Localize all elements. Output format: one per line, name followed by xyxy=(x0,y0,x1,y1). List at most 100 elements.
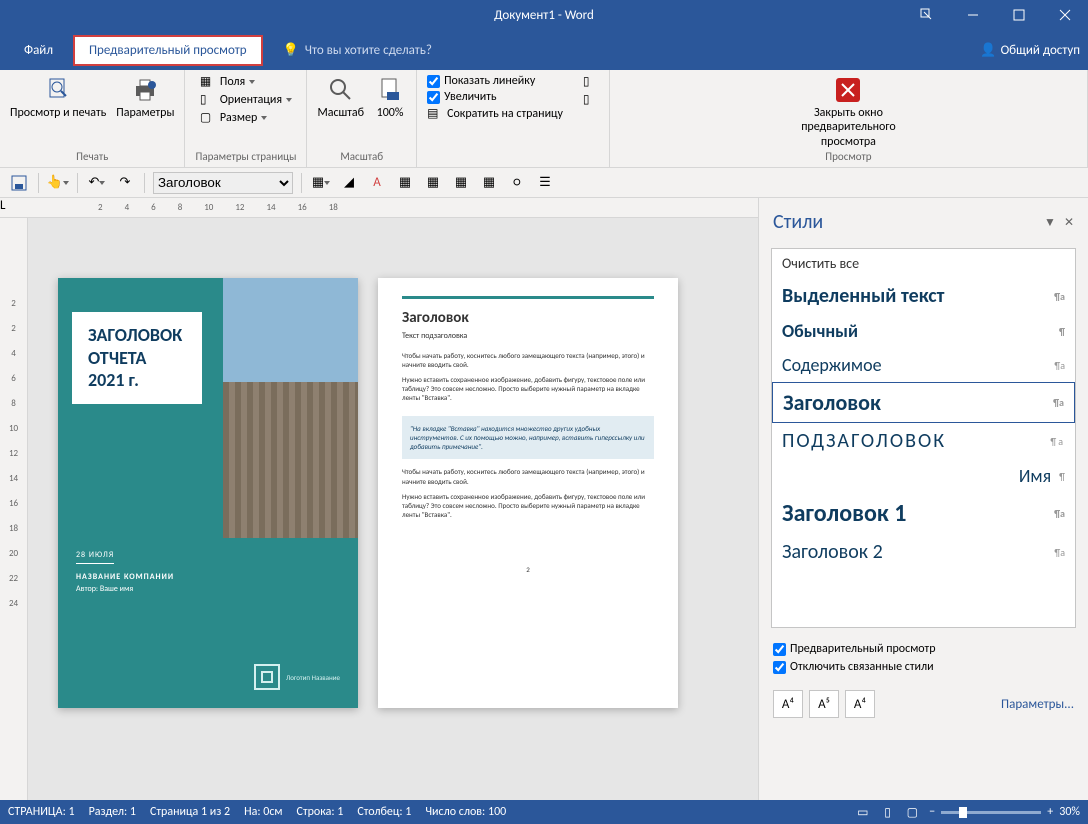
page-1: ЗАГОЛОВОКОТЧЕТА2021 г. 28 ИЮЛЯ НАЗВАНИЕ … xyxy=(58,278,358,708)
print-preview-button[interactable]: Просмотр и печать xyxy=(10,74,106,120)
manage-styles-button[interactable]: A⁴ xyxy=(845,690,875,718)
cover-photo xyxy=(223,278,358,538)
zoom-group-label: Масштаб xyxy=(340,150,383,167)
style-contents[interactable]: Содержимое¶a xyxy=(772,348,1075,382)
redo-button[interactable]: ↷ xyxy=(114,172,136,194)
magnify-checkbox[interactable]: Увеличить xyxy=(427,90,563,104)
style-selector[interactable]: Заголовок xyxy=(153,172,293,194)
status-page[interactable]: СТРАНИЦА: 1 xyxy=(8,805,75,819)
styles-params-link[interactable]: Параметры... xyxy=(1001,697,1074,712)
close-x-icon xyxy=(832,74,864,106)
quick-access-left xyxy=(6,3,30,27)
shrink-button[interactable]: ▤Сократить на страницу xyxy=(427,106,563,122)
file-tab[interactable]: Файл xyxy=(12,39,65,62)
borders-button[interactable]: ▦ xyxy=(310,172,332,194)
pane-close-icon[interactable]: ✕ xyxy=(1064,215,1074,230)
ribbon-options-icon[interactable] xyxy=(904,0,950,30)
horizontal-ruler[interactable]: 24681012141618 xyxy=(28,198,758,217)
orientation-icon: ▯ xyxy=(200,92,216,108)
preview-checkbox[interactable]: Предварительный просмотр xyxy=(773,642,1074,656)
size-button[interactable]: ▢Размер xyxy=(200,110,292,126)
vertical-ruler[interactable]: 224681012141618202224 xyxy=(0,218,28,800)
grid3-button[interactable]: ▦ xyxy=(478,172,500,194)
title-bar: Документ1 - Word xyxy=(0,0,1088,30)
styles-pane-title: Стили xyxy=(773,210,823,234)
share-icon: 👤 xyxy=(980,43,996,58)
style-normal[interactable]: Обычный¶ xyxy=(772,314,1075,348)
preview-tab[interactable]: Предварительный просмотр xyxy=(73,35,263,66)
size-icon: ▢ xyxy=(200,110,216,126)
status-page-of[interactable]: Страница 1 из 2 xyxy=(150,805,230,819)
margins-button[interactable]: ▦Поля xyxy=(200,74,292,90)
margins-icon: ▦ xyxy=(200,74,216,90)
new-style-button[interactable]: A⁴ xyxy=(773,690,803,718)
status-col[interactable]: Столбец: 1 xyxy=(357,805,411,819)
show-ruler-checkbox[interactable]: Показать линейку xyxy=(427,74,563,88)
zoom-slider[interactable] xyxy=(941,811,1041,814)
print-layout-button[interactable]: ▯ xyxy=(877,803,899,821)
save-button[interactable] xyxy=(8,172,30,194)
status-at[interactable]: На: 0см xyxy=(244,805,282,819)
grid1-button[interactable]: ▦ xyxy=(422,172,444,194)
share-label: Общий доступ xyxy=(1001,43,1080,58)
clear-format-button[interactable]: A xyxy=(366,172,388,194)
page-100-icon xyxy=(374,74,406,106)
style-heading-1[interactable]: Заголовок 1¶a xyxy=(772,493,1075,534)
tell-me-box[interactable]: 💡 Что вы хотите сделать? xyxy=(283,43,432,58)
page-setup-group-label: Параметры страницы xyxy=(195,150,296,167)
maximize-button[interactable] xyxy=(996,0,1042,30)
ruler-corner: L xyxy=(0,198,28,217)
style-inspector-button[interactable]: A⁵ xyxy=(809,690,839,718)
style-highlighted[interactable]: Выделенный текст¶a xyxy=(772,278,1075,314)
window-title: Документ1 - Word xyxy=(494,8,594,23)
read-mode-button[interactable]: ▭ xyxy=(852,803,874,821)
view-group-label: Просмотр xyxy=(825,150,871,167)
close-button[interactable] xyxy=(1042,0,1088,30)
zoom-icon xyxy=(325,74,357,106)
grid2-button[interactable]: ▦ xyxy=(450,172,472,194)
style-clear-all[interactable]: Очистить все xyxy=(772,249,1075,278)
minimize-button[interactable] xyxy=(950,0,996,30)
status-line[interactable]: Строка: 1 xyxy=(297,805,344,819)
close-preview-button[interactable]: Закрыть окно предварительного просмотра xyxy=(798,74,898,149)
style-name[interactable]: Имя¶ xyxy=(772,459,1075,493)
pane-dropdown-icon[interactable]: ▼ xyxy=(1044,215,1056,230)
zoom-in-button[interactable]: + xyxy=(1047,805,1053,819)
page-2: Заголовок Текст подзаголовка Чтобы начат… xyxy=(378,278,678,708)
status-section[interactable]: Раздел: 1 xyxy=(89,805,136,819)
disable-linked-checkbox[interactable]: Отключить связанные стили xyxy=(773,660,1074,674)
table-button[interactable]: ▦ xyxy=(394,172,416,194)
zoom-out-button[interactable]: − xyxy=(929,805,935,819)
styles-list[interactable]: Очистить все Выделенный текст¶a Обычный¶… xyxy=(771,248,1076,628)
undo-button[interactable]: ↶ xyxy=(86,172,108,194)
zoom-level[interactable]: 30% xyxy=(1059,805,1080,819)
touch-mode-button[interactable]: 👆 xyxy=(47,172,69,194)
status-bar: СТРАНИЦА: 1 Раздел: 1 Страница 1 из 2 На… xyxy=(0,800,1088,824)
tell-me-label: Что вы хотите сделать? xyxy=(305,43,432,58)
cover-logo: Логотип Название xyxy=(254,664,340,690)
document-area: L 24681012141618 224681012141618202224 З… xyxy=(0,198,758,800)
quick-access-toolbar: 👆 ↶ ↷ Заголовок ▦ ◢ A ▦ ▦ ▦ ▦ ○ ☰ xyxy=(0,168,1088,198)
page-canvas[interactable]: ЗАГОЛОВОКОТЧЕТА2021 г. 28 ИЮЛЯ НАЗВАНИЕ … xyxy=(28,218,758,800)
autosave-icon[interactable] xyxy=(6,3,30,27)
parameters-button[interactable]: Параметры xyxy=(116,74,174,120)
share-button[interactable]: 👤 Общий доступ xyxy=(980,43,1080,58)
style-subheading[interactable]: ПОДЗАГОЛОВОК¶a xyxy=(772,423,1075,459)
style-heading[interactable]: Заголовок¶a xyxy=(772,382,1075,423)
cover-title-box: ЗАГОЛОВОКОТЧЕТА2021 г. xyxy=(72,312,202,404)
circle-button[interactable]: ○ xyxy=(506,172,528,194)
status-words[interactable]: Число слов: 100 xyxy=(425,805,506,819)
hundred-percent-button[interactable]: 100% xyxy=(374,74,406,120)
web-layout-button[interactable]: ▢ xyxy=(901,803,923,821)
style-heading-2[interactable]: Заголовок 2¶a xyxy=(772,534,1075,570)
magnifier-page-icon xyxy=(42,74,74,106)
ribbon-tabs: Файл Предварительный просмотр 💡 Что вы х… xyxy=(0,30,1088,70)
next-page-button[interactable]: ▯ xyxy=(583,92,599,108)
prev-page-button[interactable]: ▯ xyxy=(583,74,599,90)
zoom-button[interactable]: Масштаб xyxy=(317,74,364,120)
orientation-button[interactable]: ▯Ориентация xyxy=(200,92,292,108)
eraser-button[interactable]: ◢ xyxy=(338,172,360,194)
shrink-icon: ▤ xyxy=(427,106,443,122)
list-button[interactable]: ☰ xyxy=(534,172,556,194)
styles-pane: Стили ▼ ✕ Очистить все Выделенный текст¶a… xyxy=(758,198,1088,800)
